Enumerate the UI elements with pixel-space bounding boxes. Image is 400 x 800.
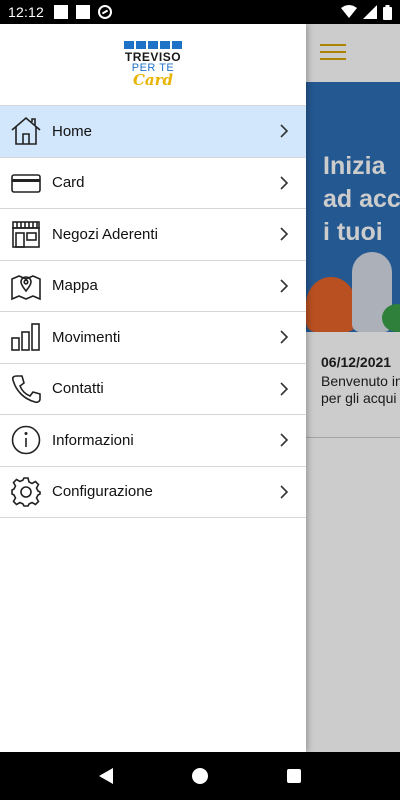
phone-icon (10, 373, 42, 405)
map-icon (10, 270, 42, 302)
chevron-right-icon (280, 279, 289, 293)
menu-item-label: Home (52, 122, 93, 140)
menu-item-label: Informazioni (52, 431, 134, 449)
gear-icon (10, 476, 42, 508)
info-icon (10, 424, 42, 456)
navigation-drawer: TREVISO PER TE Card Home Card Negozi Ade… (0, 24, 306, 752)
chevron-right-icon (280, 227, 289, 241)
chevron-right-icon (280, 382, 289, 396)
menu-item-label: Mappa (52, 277, 98, 295)
card-icon (10, 167, 42, 199)
status-time: 12:12 (8, 4, 45, 20)
app: Inizia ad acc i tuoi 06/12/2021 Benvenut… (0, 24, 400, 752)
chevron-right-icon (280, 485, 289, 499)
notification-icon (54, 5, 69, 19)
menu-item-configurazione[interactable]: Configurazione (0, 467, 306, 518)
status-bar: 12:12 (0, 0, 400, 24)
menu-item-informazioni[interactable]: Informazioni (0, 415, 306, 467)
signal-icon (363, 5, 377, 19)
menu-item-negozi-aderenti[interactable]: Negozi Aderenti (0, 209, 306, 261)
bar-chart-icon (10, 321, 42, 353)
menu-item-home[interactable]: Home (0, 106, 306, 158)
menu-item-card[interactable]: Card (0, 158, 306, 209)
chevron-right-icon (280, 176, 289, 190)
menu-item-label: Negozi Aderenti (52, 225, 158, 243)
home-icon (10, 115, 42, 147)
store-icon (10, 218, 42, 250)
recent-apps-icon[interactable] (286, 769, 301, 783)
chevron-right-icon (280, 433, 289, 447)
sync-icon (98, 5, 113, 19)
battery-icon (383, 4, 392, 20)
wifi-icon (341, 5, 357, 18)
menu-item-movimenti[interactable]: Movimenti (0, 312, 306, 364)
treviso-per-te-card-logo: TREVISO PER TE Card (122, 41, 184, 89)
notification-icon (76, 5, 91, 19)
menu-item-label: Movimenti (52, 328, 121, 346)
drawer-header: TREVISO PER TE Card (0, 24, 306, 106)
menu-item-label: Contatti (52, 380, 104, 398)
chevron-right-icon (280, 124, 289, 138)
menu-item-label: Configurazione (52, 483, 153, 501)
menu-item-mappa[interactable]: Mappa (0, 261, 306, 312)
back-icon[interactable] (99, 768, 114, 784)
chevron-right-icon (280, 330, 289, 344)
menu-item-contatti[interactable]: Contatti (0, 364, 306, 415)
menu-item-label: Card (52, 174, 85, 192)
system-nav-bar (0, 752, 400, 800)
home-button-icon[interactable] (191, 768, 208, 784)
